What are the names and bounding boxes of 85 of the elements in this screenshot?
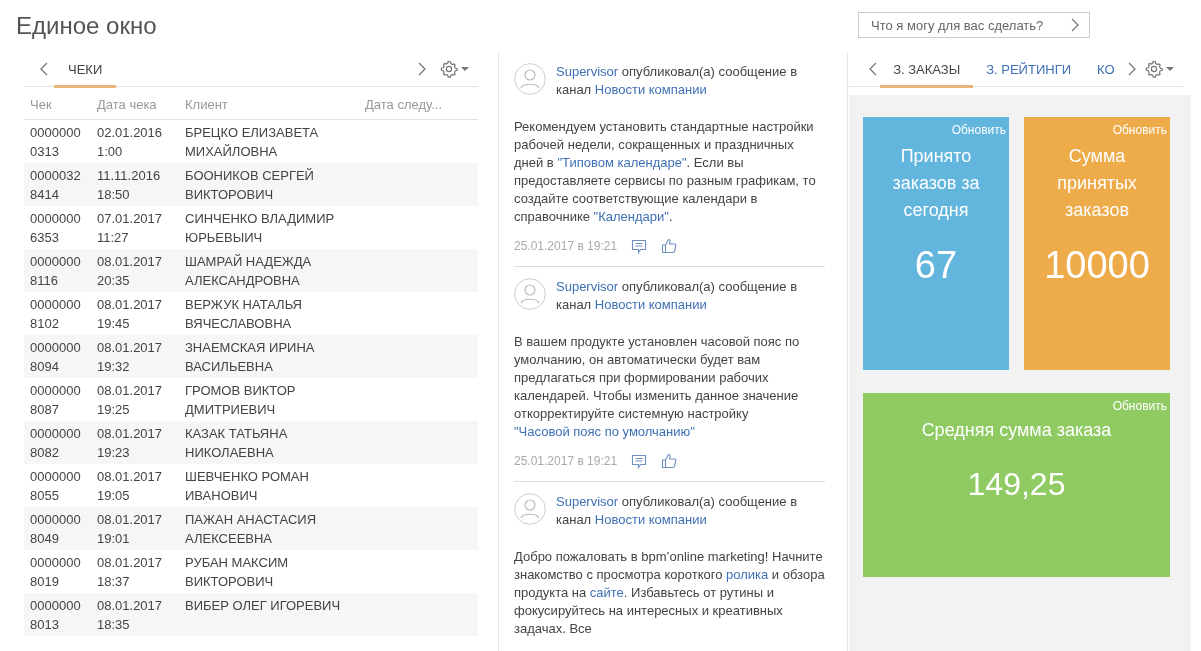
table-cell: 00000008116 bbox=[24, 249, 91, 292]
table-cell: ШАМРАЙ НАДЕЖДА АЛЕКСАНДРОВНА bbox=[179, 249, 359, 292]
table-cell: 07.01.2017 11:27 bbox=[91, 206, 179, 249]
table-cell: БРЕЦКО ЕЛИЗАВЕТА МИХАЙЛОВНА bbox=[179, 119, 359, 163]
table-cell: 02.01.2016 1:00 bbox=[91, 119, 179, 163]
tile-value: 10000 bbox=[1043, 244, 1151, 287]
text-link[interactable]: "Календари" bbox=[593, 209, 669, 224]
avatar-icon bbox=[514, 278, 546, 310]
author-link[interactable]: Supervisor bbox=[556, 64, 619, 79]
table-cell: 08.01.2017 19:45 bbox=[91, 292, 179, 335]
table-cell: 08.01.2017 19:01 bbox=[91, 507, 179, 550]
column-header[interactable]: Дата следу... bbox=[359, 89, 478, 120]
chevron-right-icon[interactable] bbox=[418, 62, 426, 76]
avatar-icon bbox=[514, 63, 546, 95]
channel-link[interactable]: Новости компании bbox=[594, 512, 707, 527]
text-link[interactable]: "Типовом календаре" bbox=[557, 155, 687, 170]
chevron-right-icon[interactable] bbox=[1071, 18, 1079, 32]
settings-icon[interactable] bbox=[1145, 60, 1175, 78]
post-header: Supervisor опубликовал(а) сообщение в канал Новости компании bbox=[556, 278, 799, 314]
settings-icon[interactable] bbox=[440, 60, 470, 78]
table-cell: 08.01.2017 18:35 bbox=[91, 593, 179, 636]
table-cell: ГРОМОВ ВИКТОР ДМИТРИЕВИЧ bbox=[179, 378, 359, 421]
table-cell: ВИБЕР ОЛЕГ ИГОРЕВИЧ bbox=[179, 593, 359, 636]
post-text: Рекомендуем установить стандартные настройки рабочей недели, сокращенных и праздничных дней в "Типовом календаре". Если вы предоставляете сервисы по разным графикам, то создайте соответствующие календари в справочнике "Календари". bbox=[514, 118, 817, 226]
table-cell: 00000008094 bbox=[24, 335, 91, 378]
like-icon[interactable] bbox=[661, 238, 678, 254]
column-header[interactable]: Дата чека bbox=[91, 89, 179, 120]
column-header[interactable]: Клиент bbox=[179, 89, 359, 120]
table-cell: БООНИКОВ СЕРГЕЙ ВИКТОРОВИЧ bbox=[179, 163, 359, 206]
table-cell: 00000008013 bbox=[24, 593, 91, 636]
channel-link[interactable]: Новости компании bbox=[594, 297, 707, 312]
table-cell: ШЕВЧЕНКО РОМАН ИВАНОВИЧ bbox=[179, 464, 359, 507]
page-title: Единое окно bbox=[16, 12, 157, 40]
column-header[interactable]: Чек bbox=[24, 89, 91, 120]
author-link[interactable]: Supervisor bbox=[556, 279, 619, 294]
table-cell: 08.01.2017 18:37 bbox=[91, 550, 179, 593]
post-header: Supervisor опубликовал(а) сообщение в канал Новости компании bbox=[556, 63, 799, 99]
tab[interactable]: КО bbox=[1084, 54, 1128, 88]
comment-icon[interactable] bbox=[631, 238, 648, 254]
table-cell: 08.01.2017 19:05 bbox=[91, 464, 179, 507]
table-cell: РУБАН МАКСИМ ВИКТОРОВИЧ bbox=[179, 550, 359, 593]
table-cell: 00000008055 bbox=[24, 464, 91, 507]
table-cell: 00000008019 bbox=[24, 550, 91, 593]
table-cell: 11.11.2016 18:50 bbox=[91, 163, 179, 206]
search-field[interactable]: Что я могу для вас сделать? bbox=[858, 12, 1090, 38]
post-header: Supervisor опубликовал(а) сообщение в канал Новости компании bbox=[556, 493, 799, 529]
tile-value: 67 bbox=[913, 244, 959, 287]
channel-link[interactable]: Новости компании bbox=[594, 82, 707, 97]
table-cell: 00000008087 bbox=[24, 378, 91, 421]
table-cell: 08.01.2017 19:25 bbox=[91, 378, 179, 421]
table-cell: 00000328414 bbox=[24, 163, 91, 206]
text-link[interactable]: "Часовой пояс по умолчанию" bbox=[514, 424, 695, 439]
post-text: В вашем продукте установлен часовой пояс по умолчанию, он автоматически будет вам предлагаться при формировании рабочих календарей. Чтобы изменить данное значение откорректируйте системную настройку "Часовой пояс по умолчанию" bbox=[514, 333, 801, 441]
table-cell: ВЕРЖУК НАТАЛЬЯ ВЯЧЕСЛАВОВНА bbox=[179, 292, 359, 335]
post-time: 25.01.2017 в 19:21 bbox=[514, 453, 618, 470]
table-cell: КАЗАК ТАТЬЯНА НИКОЛАЕВНА bbox=[179, 421, 359, 464]
tile-value: 149,25 bbox=[966, 466, 1067, 503]
table-cell: ЗНАЕМСКАЯ ИРИНА ВАСИЛЬЕВНА bbox=[179, 335, 359, 378]
chevron-right-icon[interactable] bbox=[1127, 62, 1136, 76]
tile-title: Средняя сумма заказа bbox=[920, 419, 1113, 442]
text-link[interactable]: ролика bbox=[726, 567, 769, 582]
tab[interactable]: З. РЕЙТИНГИ bbox=[973, 54, 1085, 88]
table-cell: СИНЧЕНКО ВЛАДИМИР ЮРЬЕВЫИЧ bbox=[179, 206, 359, 249]
table-cell: 08.01.2017 19:23 bbox=[91, 421, 179, 464]
tab[interactable]: З. ЗАКАЗЫ bbox=[880, 54, 974, 88]
comment-icon[interactable] bbox=[631, 453, 648, 469]
tile-title: Сумма принятых заказов bbox=[1056, 145, 1138, 222]
table-cell: 00000008082 bbox=[24, 421, 91, 464]
avatar-icon bbox=[514, 493, 546, 525]
chevron-left-icon[interactable] bbox=[40, 62, 48, 76]
tile-title: Принято заказов за сегодня bbox=[891, 145, 981, 222]
table-cell: 00000006353 bbox=[24, 206, 91, 249]
table-cell: 08.01.2017 20:35 bbox=[91, 249, 179, 292]
text-link[interactable]: сайте bbox=[589, 585, 624, 600]
table-cell: 08.01.2017 19:32 bbox=[91, 335, 179, 378]
table-cell: 00000000313 bbox=[24, 119, 91, 163]
post-text: Добро пожаловать в bpm’online marketing! Начните знакомство с просмотра короткого ролика и обзора продукта на сайте. Избавьтесь от рутины и фокусируйтесь на интересных и креативных задачах. Все bbox=[514, 548, 825, 638]
author-link[interactable]: Supervisor bbox=[556, 494, 619, 509]
tab[interactable]: ЧЕКИ bbox=[54, 54, 117, 88]
table-cell: ПАЖАН АНАСТАСИЯ АЛЕКСЕЕВНА bbox=[179, 507, 359, 550]
table-cell: 00000008049 bbox=[24, 507, 91, 550]
chevron-left-icon[interactable] bbox=[869, 62, 877, 76]
table-cell: 00000008102 bbox=[24, 292, 91, 335]
like-icon[interactable] bbox=[661, 453, 678, 469]
post-time: 25.01.2017 в 19:21 bbox=[514, 238, 618, 255]
